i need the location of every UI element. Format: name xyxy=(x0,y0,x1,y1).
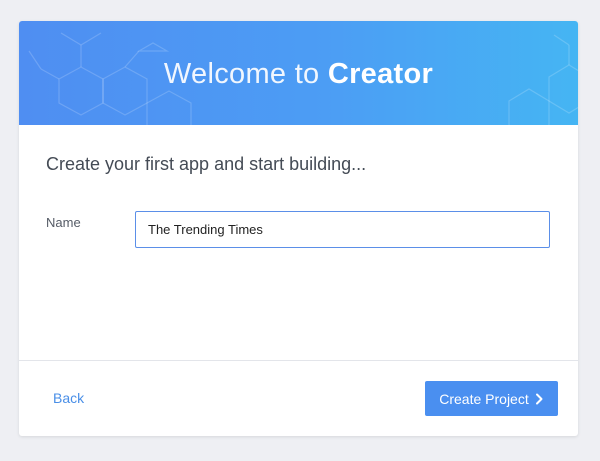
banner-title: Welcome to Creator xyxy=(19,57,578,91)
name-label: Name xyxy=(46,215,81,230)
back-button[interactable]: Back xyxy=(53,390,84,406)
create-project-button[interactable]: Create Project xyxy=(425,381,558,416)
welcome-banner: Welcome to Creator xyxy=(19,21,578,125)
banner-title-prefix: Welcome to xyxy=(163,58,320,90)
footer-divider xyxy=(19,360,578,361)
chevron-right-icon xyxy=(535,393,543,404)
name-input[interactable] xyxy=(135,211,550,248)
banner-title-brand: Creator xyxy=(327,58,434,90)
page-subtitle: Create your first app and start building… xyxy=(46,154,367,174)
welcome-dialog: Welcome to Creator Create your first app… xyxy=(19,21,578,436)
create-project-label: Create Project xyxy=(439,390,529,407)
